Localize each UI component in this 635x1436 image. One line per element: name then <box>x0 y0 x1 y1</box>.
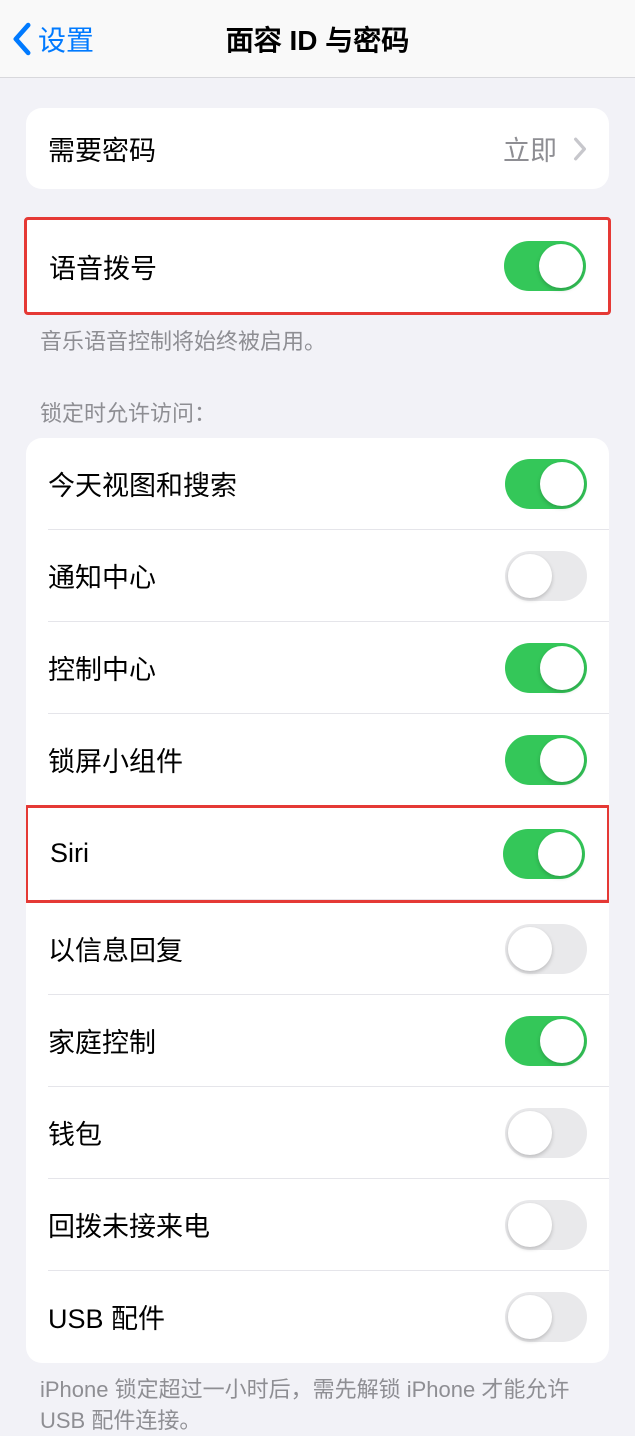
locked-access-item-toggle[interactable] <box>505 1200 587 1250</box>
require-passcode-value: 立即 <box>503 129 557 168</box>
content: 需要密码 立即 语音拨号 音乐语音控制将始终被启用。 锁定时允许访问： 今天 <box>0 108 635 1436</box>
locked-access-item-label: 今天视图和搜索 <box>48 464 237 503</box>
require-passcode-label: 需要密码 <box>48 129 156 168</box>
locked-access-item-label: 以信息回复 <box>48 929 183 968</box>
voice-dial-toggle[interactable] <box>504 241 586 291</box>
row-require-passcode[interactable]: 需要密码 立即 <box>26 108 609 189</box>
row-locked-access-item: 以信息回复 <box>26 903 609 995</box>
locked-access-item-label: 回拨未接来电 <box>48 1205 210 1244</box>
toggle-knob <box>540 738 584 782</box>
toggle-knob <box>540 1019 584 1063</box>
locked-access-item-toggle[interactable] <box>505 1016 587 1066</box>
locked-access-item-label: 通知中心 <box>48 556 156 595</box>
locked-access-item-toggle[interactable] <box>505 1292 587 1342</box>
toggle-knob <box>508 1203 552 1247</box>
locked-access-item-label: 钱包 <box>48 1113 102 1152</box>
locked-access-item-label: 控制中心 <box>48 648 156 687</box>
chevron-left-icon <box>12 22 32 56</box>
row-locked-access-item: 锁屏小组件 <box>26 714 609 806</box>
group-locked-access: 今天视图和搜索通知中心控制中心锁屏小组件 Siri 以信息回复家庭控制钱包回拨未接来… <box>26 438 609 1363</box>
row-locked-access-item: 通知中心 <box>26 530 609 622</box>
locked-access-item-toggle[interactable] <box>505 551 587 601</box>
back-label: 设置 <box>38 19 94 59</box>
row-voice-dial: 语音拨号 <box>27 220 608 312</box>
voice-dial-footer: 音乐语音控制将始终被启用。 <box>0 315 635 358</box>
locked-access-item-toggle[interactable] <box>505 924 587 974</box>
row-locked-access-item: 家庭控制 <box>26 995 609 1087</box>
chevron-right-icon <box>573 137 587 161</box>
toggle-knob <box>508 554 552 598</box>
row-locked-access-item: 控制中心 <box>26 622 609 714</box>
locked-access-header: 锁定时允许访问： <box>0 396 635 438</box>
row-locked-access-item: Siri <box>26 805 609 903</box>
locked-access-item-toggle[interactable] <box>505 735 587 785</box>
locked-access-item-label: USB 配件 <box>48 1297 165 1336</box>
section-require-passcode: 需要密码 立即 <box>0 108 635 189</box>
locked-access-item-toggle[interactable] <box>505 643 587 693</box>
toggle-knob <box>540 646 584 690</box>
locked-access-item-label: 家庭控制 <box>48 1021 156 1060</box>
toggle-knob <box>508 1295 552 1339</box>
toggle-knob <box>508 1111 552 1155</box>
row-locked-access-item: 今天视图和搜索 <box>26 438 609 530</box>
page-title: 面容 ID 与密码 <box>226 19 410 59</box>
locked-access-item-label: Siri <box>50 838 89 869</box>
toggle-knob <box>538 832 582 876</box>
toggle-knob <box>540 462 584 506</box>
locked-access-item-label: 锁屏小组件 <box>48 740 183 779</box>
locked-access-item-toggle[interactable] <box>503 829 585 879</box>
toggle-knob <box>539 244 583 288</box>
group-voice-dial: 语音拨号 <box>24 217 611 315</box>
locked-access-item-toggle[interactable] <box>505 1108 587 1158</box>
row-locked-access-item: USB 配件 <box>26 1271 609 1363</box>
group-require-passcode: 需要密码 立即 <box>26 108 609 189</box>
section-voice-dial: 语音拨号 音乐语音控制将始终被启用。 <box>0 217 635 358</box>
row-separator <box>50 899 607 900</box>
row-locked-access-item: 钱包 <box>26 1087 609 1179</box>
locked-access-footer: iPhone 锁定超过一小时后，需先解锁 iPhone 才能允许USB 配件连接… <box>0 1363 635 1436</box>
back-button[interactable]: 设置 <box>0 19 94 59</box>
section-locked-access: 锁定时允许访问： 今天视图和搜索通知中心控制中心锁屏小组件 Siri 以信息回复家庭… <box>0 396 635 1436</box>
locked-access-item-toggle[interactable] <box>505 459 587 509</box>
toggle-knob <box>508 927 552 971</box>
row-locked-access-item: 回拨未接来电 <box>26 1179 609 1271</box>
require-passcode-value-wrap: 立即 <box>503 129 587 168</box>
voice-dial-label: 语音拨号 <box>49 247 157 286</box>
navigation-header: 设置 面容 ID 与密码 <box>0 0 635 78</box>
